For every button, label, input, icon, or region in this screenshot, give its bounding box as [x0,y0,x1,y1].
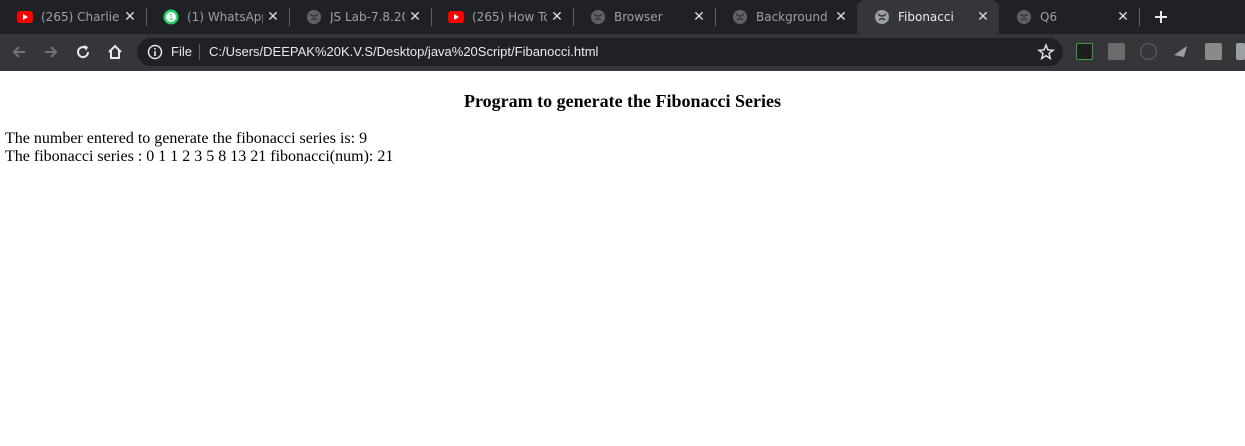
close-icon[interactable]: ✕ [263,7,283,27]
globe-icon [306,9,322,25]
globe-icon [732,9,748,25]
omnibox-divider [199,44,200,60]
tab-title: JS Lab-7.8.2020 [330,10,405,24]
tab-title: (265) How To I [472,10,547,24]
url-text[interactable]: C:/Users/DEEPAK%20K.V.S/Desktop/java%20S… [209,44,598,59]
extension-wing-icon[interactable] [1172,43,1189,60]
close-icon[interactable]: ✕ [689,7,709,27]
back-button[interactable] [7,40,31,64]
tab-title: (265) Charlie P [41,10,120,24]
arrow-right-icon [45,46,58,58]
plus-icon [1155,11,1167,23]
whatsapp-icon: 1 [163,9,179,25]
close-icon[interactable]: ✕ [120,7,140,27]
close-icon[interactable]: ✕ [547,7,567,27]
extension-gray-icon[interactable] [1108,43,1125,60]
tab-title: Browser [614,10,663,24]
youtube-icon [448,9,464,25]
globe-icon [1016,9,1032,25]
extensions-puzzle-icon[interactable] [1236,43,1245,60]
arrow-left-icon [12,46,25,58]
tab-browser[interactable]: Browser ✕ [573,0,715,34]
close-icon[interactable]: ✕ [973,7,993,27]
tab-separator [1139,8,1140,26]
reload-icon [77,45,90,59]
tab-q6[interactable]: Q6 ✕ [999,0,1139,34]
tab-strip: (265) Charlie P ✕ 1 (1) WhatsApp ✕ JS La… [0,0,1245,34]
tab-charlie[interactable]: (265) Charlie P ✕ [0,0,146,34]
tab-js-lab[interactable]: JS Lab-7.8.2020 ✕ [289,0,431,34]
entered-number-text: The number entered to generate the fibon… [5,130,368,147]
page-heading: Program to generate the Fibonacci Series [463,91,782,111]
bookmark-star-icon[interactable] [1037,43,1055,61]
home-icon [108,44,122,59]
whatsapp-badge: 1 [168,13,173,22]
close-icon[interactable]: ✕ [1113,7,1133,27]
tab-title: Fibonacci [898,10,954,24]
tab-title: Q6 [1040,10,1058,24]
tab-background[interactable]: Background ✕ [715,0,857,34]
close-icon[interactable]: ✕ [405,7,425,27]
extension-circle-icon[interactable] [1140,43,1157,60]
fibonacci-series-text: The fibonacci series : 0 1 1 2 3 5 8 13 … [5,148,394,165]
forward-button[interactable] [39,40,63,64]
tab-how-to[interactable]: (265) How To I ✕ [431,0,573,34]
tab-title: Background [756,10,828,24]
address-bar[interactable]: File C:/Users/DEEPAK%20K.V.S/Desktop/jav… [137,38,1063,66]
new-tab-button[interactable] [1149,5,1173,29]
extension-r-icon[interactable] [1205,43,1222,60]
globe-icon [590,9,606,25]
globe-icon [874,9,890,25]
home-button[interactable] [103,40,127,64]
tab-fibonacci[interactable]: Fibonacci ✕ [857,0,999,34]
youtube-icon [17,9,33,25]
reload-button[interactable] [71,40,95,64]
info-icon[interactable] [147,44,163,60]
browser-toolbar: File C:/Users/DEEPAK%20K.V.S/Desktop/jav… [0,34,1245,71]
page-content: Program to generate the Fibonacci Series… [0,71,1245,446]
extension-green-icon[interactable] [1076,43,1093,60]
tab-whatsapp[interactable]: 1 (1) WhatsApp ✕ [146,0,289,34]
scheme-label: File [171,44,192,59]
tab-title: (1) WhatsApp [187,10,263,24]
close-icon[interactable]: ✕ [831,7,851,27]
